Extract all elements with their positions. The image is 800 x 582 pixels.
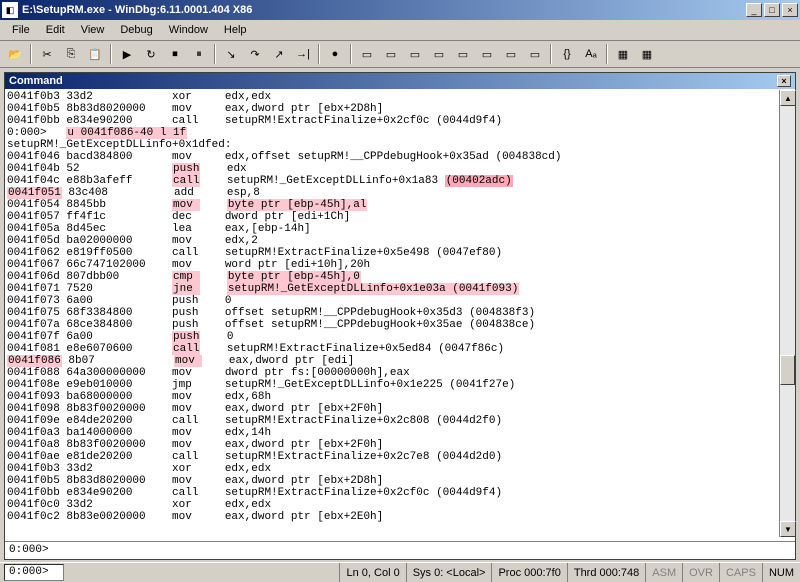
status-thrd: Thrd 000:748 — [567, 563, 645, 582]
command-close-button[interactable]: × — [777, 75, 791, 87]
status-num: NUM — [762, 563, 800, 582]
close-button[interactable]: × — [782, 3, 798, 17]
options-icon[interactable]: ▦ — [612, 43, 634, 65]
scroll-thumb[interactable] — [780, 355, 795, 385]
menu-debug[interactable]: Debug — [112, 22, 160, 38]
disasm-window-icon[interactable]: ▭ — [500, 43, 522, 65]
disasm-line: 0041f073 6a00 push 0 — [7, 295, 793, 307]
disasm-line: 0041f088 64a300000000 mov dword ptr fs:[… — [7, 367, 793, 379]
menu-window[interactable]: Window — [161, 22, 216, 38]
paste-icon[interactable]: 📋 — [84, 43, 106, 65]
prompt-text: 0:000> — [9, 544, 49, 556]
disasm-line: 0041f05d ba02000000 mov edx,2 — [7, 235, 793, 247]
disasm-line: 0041f05a 8d45ec lea eax,[ebp-14h] — [7, 223, 793, 235]
go-icon[interactable]: ▶ — [116, 43, 138, 65]
command-window-icon[interactable]: ▭ — [356, 43, 378, 65]
disasm-line: 0041f071 7520 jne setupRM!_GetExceptDLLi… — [7, 283, 793, 295]
disasm-line: 0041f086 8b07 mov eax,dword ptr [edi] — [7, 355, 793, 367]
disassembly-output[interactable]: 0041f0b3 33d2 xor edx,edx0041f0b5 8b83d8… — [5, 89, 795, 541]
minimize-button[interactable]: _ — [746, 3, 762, 17]
maximize-button[interactable]: □ — [764, 3, 780, 17]
registers-window-icon[interactable]: ▭ — [428, 43, 450, 65]
menu-view[interactable]: View — [73, 22, 113, 38]
callstack-window-icon[interactable]: ▭ — [476, 43, 498, 65]
window-title: E:\SetupRM.exe - WinDbg:6.11.0001.404 X8… — [22, 4, 746, 16]
scroll-up-icon[interactable]: ▲ — [780, 90, 796, 106]
disasm-line: 0041f0b5 8b83d8020000 mov eax,dword ptr … — [7, 475, 793, 487]
disasm-line: 0041f0bb e834e90200 call setupRM!Extract… — [7, 115, 793, 127]
arrange-icon[interactable]: ▦ — [636, 43, 658, 65]
locals-window-icon[interactable]: ▭ — [404, 43, 426, 65]
break-icon[interactable]: ⏸ — [188, 43, 210, 65]
disasm-line: 0041f0c2 8b83e0020000 mov eax,dword ptr … — [7, 511, 793, 523]
menu-file[interactable]: File — [4, 22, 38, 38]
menu-edit[interactable]: Edit — [38, 22, 73, 38]
command-titlebar: Command × — [5, 73, 795, 89]
disasm-line: 0041f046 bacd384800 mov edx,offset setup… — [7, 151, 793, 163]
status-proc: Proc 000:7f0 — [491, 563, 566, 582]
disasm-line: 0041f09e e84de20200 call setupRM!Extract… — [7, 415, 793, 427]
disasm-line: 0041f0b3 33d2 xor edx,edx — [7, 463, 793, 475]
disasm-line: 0041f0a3 ba14000000 mov edx,14h — [7, 427, 793, 439]
disasm-line: setupRM!_GetExceptDLLinfo+0x1dfed: — [7, 139, 793, 151]
scroll-down-icon[interactable]: ▼ — [780, 521, 796, 537]
disasm-line: 0041f0b3 33d2 xor edx,edx — [7, 91, 793, 103]
disasm-line: 0041f0a8 8b83f0020000 mov eax,dword ptr … — [7, 439, 793, 451]
copy-icon[interactable]: ⎘ — [60, 43, 82, 65]
disasm-line: 0:000> u 0041f086-40 l 1f — [7, 127, 793, 139]
titlebar: ◧ E:\SetupRM.exe - WinDbg:6.11.0001.404 … — [0, 0, 800, 20]
breakpoint-icon[interactable]: ● — [324, 43, 346, 65]
disasm-line: 0041f051 83c408 add esp,8 — [7, 187, 793, 199]
disasm-line: 0041f098 8b83f0020000 mov eax,dword ptr … — [7, 403, 793, 415]
stop-icon[interactable]: ⏹ — [164, 43, 186, 65]
disasm-line: 0041f0b5 8b83d8020000 mov eax,dword ptr … — [7, 103, 793, 115]
vertical-scrollbar[interactable]: ▲ ▼ — [779, 90, 795, 537]
cut-icon[interactable]: ✂ — [36, 43, 58, 65]
disasm-line: 0041f04b 52 push edx — [7, 163, 793, 175]
toolbar: 📂 ✂ ⎘ 📋 ▶ ↻ ⏹ ⏸ ↘ ↷ ↗ →| ● ▭ ▭ ▭ ▭ ▭ ▭ ▭… — [0, 41, 800, 68]
open-icon[interactable]: 📂 — [4, 43, 26, 65]
step-over-icon[interactable]: ↷ — [244, 43, 266, 65]
disasm-line: 0041f093 ba68000000 mov edx,68h — [7, 391, 793, 403]
source-mode-icon[interactable]: {} — [556, 43, 578, 65]
font-icon[interactable]: Aₐ — [580, 43, 602, 65]
disasm-line: 0041f057 ff4f1c dec dword ptr [edi+1Ch] — [7, 211, 793, 223]
step-into-icon[interactable]: ↘ — [220, 43, 242, 65]
menubar: File Edit View Debug Window Help — [0, 20, 800, 41]
disasm-line: 0041f04c e88b3afeff call setupRM!_GetExc… — [7, 175, 793, 187]
menu-help[interactable]: Help — [216, 22, 255, 38]
status-caps: CAPS — [719, 563, 762, 582]
disasm-line: 0041f081 e8e6070600 call setupRM!Extract… — [7, 343, 793, 355]
command-window: Command × 0041f0b3 33d2 xor edx,edx0041f… — [4, 72, 796, 560]
disasm-line: 0041f054 8845bb mov byte ptr [ebp-45h],a… — [7, 199, 793, 211]
disasm-line: 0041f07f 6a00 push 0 — [7, 331, 793, 343]
statusbar: 0:000> Ln 0, Col 0 Sys 0: <Local> Proc 0… — [0, 562, 800, 582]
run-to-cursor-icon[interactable]: →| — [292, 43, 314, 65]
status-asm: ASM — [645, 563, 682, 582]
app-icon: ◧ — [2, 2, 18, 18]
disasm-line: 0041f06d 807dbb00 cmp byte ptr [ebp-45h]… — [7, 271, 793, 283]
status-ovr: OVR — [682, 563, 719, 582]
disasm-line: 0041f062 e819ff0500 call setupRM!Extract… — [7, 247, 793, 259]
disasm-line: 0041f0bb e834e90200 call setupRM!Extract… — [7, 487, 793, 499]
disasm-line: 0041f075 68f3384800 push offset setupRM!… — [7, 307, 793, 319]
command-title: Command — [9, 75, 777, 87]
disasm-line: 0041f0c0 33d2 xor edx,edx — [7, 499, 793, 511]
status-sys: Sys 0: <Local> — [406, 563, 492, 582]
command-prompt[interactable]: 0:000> — [5, 541, 795, 559]
restart-icon[interactable]: ↻ — [140, 43, 162, 65]
status-prompt[interactable]: 0:000> — [4, 564, 64, 581]
scratch-window-icon[interactable]: ▭ — [524, 43, 546, 65]
disasm-line: 0041f08e e9eb010000 jmp setupRM!_GetExce… — [7, 379, 793, 391]
disasm-line: 0041f0ae e81de20200 call setupRM!Extract… — [7, 451, 793, 463]
step-out-icon[interactable]: ↗ — [268, 43, 290, 65]
disasm-line: 0041f067 66c747102000 mov word ptr [edi+… — [7, 259, 793, 271]
memory-window-icon[interactable]: ▭ — [452, 43, 474, 65]
status-lncol: Ln 0, Col 0 — [339, 563, 405, 582]
disasm-line: 0041f07a 68ce384800 push offset setupRM!… — [7, 319, 793, 331]
watch-window-icon[interactable]: ▭ — [380, 43, 402, 65]
